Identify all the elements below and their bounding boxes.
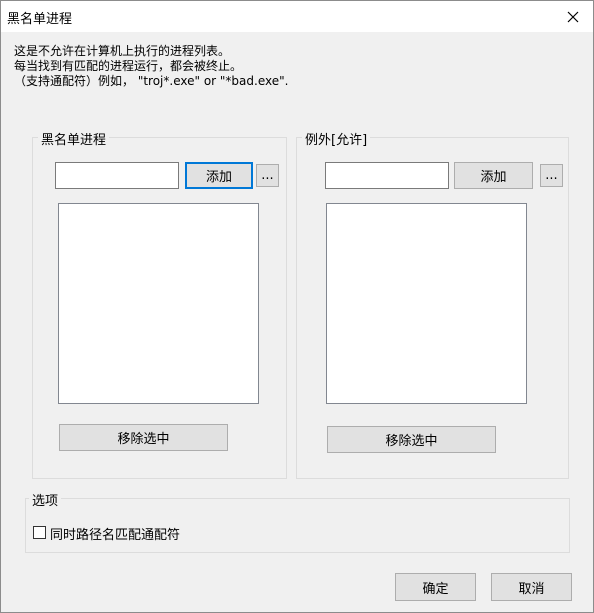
exceptions-remove-selected-button[interactable]: 移除选中 [327, 426, 496, 453]
options-group-label: 选项 [29, 490, 62, 509]
exceptions-add-label: 添加 [480, 170, 507, 185]
blacklist-process-list[interactable] [58, 203, 259, 404]
blacklist-add-button[interactable]: 添加 [185, 162, 253, 189]
description-line-2: 每当找到有匹配的进程运行，都会被终止。 [14, 59, 243, 73]
blacklist-process-input[interactable] [55, 162, 179, 189]
description-text: 这是不允许在计算机上执行的进程列表。 每当找到有匹配的进程运行，都会被终止。 （… [14, 44, 288, 89]
wildcard-path-checkbox[interactable] [33, 526, 46, 539]
blacklist-browse-label: ... [261, 168, 274, 183]
close-button[interactable] [553, 1, 593, 32]
exceptions-group-label: 例外[允许] [302, 129, 371, 148]
ok-label: 确定 [422, 581, 449, 597]
exceptions-process-list[interactable] [326, 203, 527, 404]
cancel-button[interactable]: 取消 [491, 573, 572, 601]
close-icon [567, 11, 579, 22]
wildcard-path-checkbox-label[interactable]: 同时路径名匹配通配符 [50, 524, 180, 543]
exceptions-browse-button[interactable]: ... [540, 164, 563, 187]
ok-button[interactable]: 确定 [395, 573, 476, 601]
exceptions-process-input[interactable] [325, 162, 449, 189]
description-line-3: （支持通配符）例如， "troj*.exe" or "*bad.exe". [14, 74, 289, 88]
exceptions-browse-label: ... [545, 168, 558, 183]
cancel-label: 取消 [518, 581, 545, 597]
window-title: 黑名单进程 [7, 12, 73, 27]
description-line-1: 这是不允许在计算机上执行的进程列表。 [14, 44, 231, 58]
title-bar: 黑名单进程 [1, 1, 593, 32]
blacklist-remove-selected-button[interactable]: 移除选中 [59, 424, 228, 451]
blacklist-add-label: 添加 [205, 170, 232, 185]
exceptions-add-button[interactable]: 添加 [454, 162, 533, 189]
blacklist-browse-button[interactable]: ... [256, 164, 279, 187]
exceptions-remove-label: 移除选中 [385, 434, 438, 449]
blacklist-group-label: 黑名单进程 [38, 129, 110, 148]
blacklist-dialog: 黑名单进程 这是不允许在计算机上执行的进程列表。 每当找到有匹配的进程运行，都会… [0, 0, 594, 613]
blacklist-remove-label: 移除选中 [117, 432, 170, 447]
